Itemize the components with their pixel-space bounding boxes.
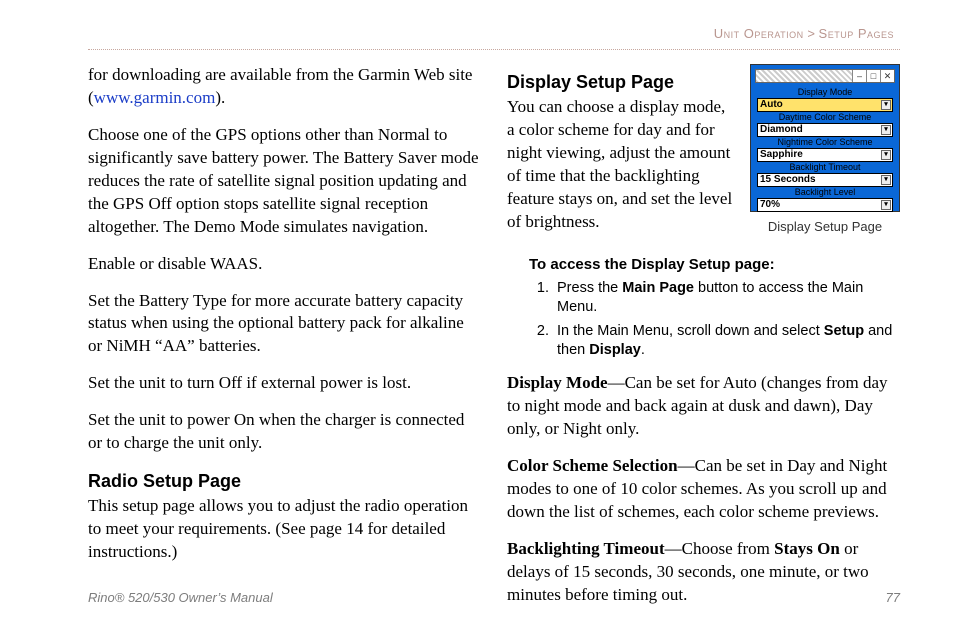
garmin-link[interactable]: www.garmin.com: [94, 88, 216, 107]
step-1: Press the Main Page button to access the…: [553, 279, 900, 317]
para-power-off: Set the unit to turn Off if external pow…: [88, 372, 481, 395]
field-label: Display Mode: [757, 87, 893, 98]
breadcrumb-section: Unit Operation: [714, 26, 804, 41]
dropdown-icon: ▾: [881, 125, 891, 135]
window-close-icon: ✕: [880, 70, 894, 82]
breadcrumb-sep: >: [807, 26, 815, 41]
backlight-timeout-field: 15 Seconds▾: [757, 173, 893, 187]
field-label: Backlight Level: [757, 187, 893, 198]
para-gps: Choose one of the GPS options other than…: [88, 124, 481, 239]
para-color-scheme: Color Scheme Selection—Can be set in Day…: [507, 455, 900, 524]
field-label: Daytime Color Scheme: [757, 112, 893, 123]
para-waas: Enable or disable WAAS.: [88, 253, 481, 276]
backlight-level-field: 70%▾: [757, 198, 893, 212]
display-setup-figure: – □ ✕ Display Mode Auto▾ Daytime Color S…: [750, 64, 900, 248]
para-display-mode: Display Mode—Can be set for Auto (change…: [507, 372, 900, 441]
footer-manual-title: Rino® 520/530 Owner’s Manual: [88, 590, 273, 605]
para-radio: This setup page allows you to adjust the…: [88, 495, 481, 564]
dropdown-icon: ▾: [881, 200, 891, 210]
breadcrumb: Unit Operation > Setup Pages: [88, 26, 900, 46]
dropdown-icon: ▾: [881, 100, 891, 110]
left-column: for downloading are available from the G…: [88, 64, 481, 620]
device-titlebar: – □ ✕: [755, 69, 895, 83]
para-download: for downloading are available from the G…: [88, 64, 481, 110]
page-footer: Rino® 520/530 Owner’s Manual 77: [88, 590, 900, 605]
field-label: Nightime Color Scheme: [757, 137, 893, 148]
window-min-icon: –: [852, 70, 866, 82]
header-divider: [88, 49, 900, 50]
field-label: Backlight Timeout: [757, 162, 893, 173]
day-scheme-field: Diamond▾: [757, 123, 893, 137]
window-max-icon: □: [866, 70, 880, 82]
page-number: 77: [886, 590, 900, 605]
radio-setup-heading: Radio Setup Page: [88, 469, 481, 493]
para-battery-type: Set the Battery Type for more accurate b…: [88, 290, 481, 359]
night-scheme-field: Sapphire▾: [757, 148, 893, 162]
right-column: Display Setup Page You can choose a disp…: [507, 64, 900, 620]
para-display-intro: You can choose a display mode, a color s…: [507, 96, 736, 234]
instructions-heading: To access the Display Setup page:: [529, 256, 900, 275]
para-power-on: Set the unit to power On when the charge…: [88, 409, 481, 455]
figure-caption: Display Setup Page: [750, 218, 900, 236]
device-screenshot: – □ ✕ Display Mode Auto▾ Daytime Color S…: [750, 64, 900, 212]
display-setup-heading: Display Setup Page: [507, 70, 736, 94]
step-2: In the Main Menu, scroll down and select…: [553, 322, 900, 360]
display-mode-field: Auto▾: [757, 98, 893, 112]
dropdown-icon: ▾: [881, 175, 891, 185]
dropdown-icon: ▾: [881, 150, 891, 160]
breadcrumb-sub: Setup Pages: [819, 26, 894, 41]
instructions-list: Press the Main Page button to access the…: [553, 279, 900, 360]
